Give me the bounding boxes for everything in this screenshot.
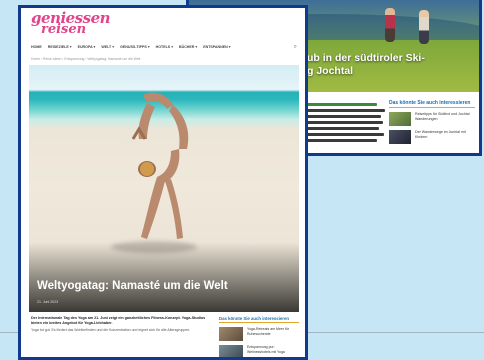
back-article-text [307, 100, 387, 142]
related-item[interactable]: Yoga-Retreats am Meer für Ruhesuchende [219, 327, 299, 341]
article-intro: Der Internationale Tag des Yoga am 21. J… [31, 316, 206, 333]
nav-item-hotels[interactable]: HOTELS ▾ [156, 45, 173, 49]
related-item[interactable]: Der Wanderwege im Jochtal mit Kindern [389, 130, 475, 144]
related-thumbnail [389, 130, 411, 144]
related-box: Das könnte Sie auch interessieren Yoga-R… [219, 316, 299, 357]
search-icon[interactable]: ⌕ [294, 44, 297, 51]
article-title[interactable]: Weltyogatag: Namasté um die Welt [37, 280, 228, 292]
related-item[interactable]: Entspannung pur: Wellnesshotels mit Yoga [219, 345, 299, 357]
nav-item-reiseziele[interactable]: REISEZIELE ▾ [48, 45, 72, 49]
back-related-box: Das könnte Sie auch interessieren Reiset… [389, 100, 475, 144]
nav-item-genuss-tipps[interactable]: GENUSS-TIPPS ▾ [120, 45, 150, 49]
nav-item-entspannen[interactable]: ENTSPANNEN ▾ [203, 45, 230, 49]
nav-item-welt[interactable]: WELT ▾ [101, 45, 114, 49]
breadcrumb[interactable]: Home › Reise-Ideen › Entspannung › Welty… [31, 57, 140, 61]
front-page-screenshot: geniessen reisen HOME REISEZIELE ▾ EUROP… [18, 5, 308, 360]
nav-item-home[interactable]: HOME [31, 45, 42, 49]
related-thumbnail [389, 112, 411, 126]
back-hero-title[interactable]: ub in der südtiroler Ski- g Jochtal [307, 52, 425, 78]
article-date: 21. Juni 2023 [37, 300, 59, 304]
related-item[interactable]: Reisetipps für Südtirol und Jochtal Wand… [389, 112, 475, 126]
related-thumbnail [219, 345, 243, 357]
hiker-figure [419, 10, 429, 44]
nav-item-europa[interactable]: EUROPA ▾ [78, 45, 96, 49]
site-logo[interactable]: geniessen reisen [31, 11, 111, 37]
hiker-figure [385, 8, 395, 42]
related-thumbnail [219, 327, 243, 341]
related-heading: Das könnte Sie auch interessieren [219, 316, 299, 323]
hero-image[interactable]: Weltyogatag: Namasté um die Welt 21. Jun… [29, 65, 299, 312]
related-heading: Das könnte Sie auch interessieren [389, 100, 475, 108]
nav-item-buecher[interactable]: BÜCHER ▾ [179, 45, 197, 49]
main-nav: HOME REISEZIELE ▾ EUROPA ▾ WELT ▾ GENUSS… [31, 42, 297, 52]
